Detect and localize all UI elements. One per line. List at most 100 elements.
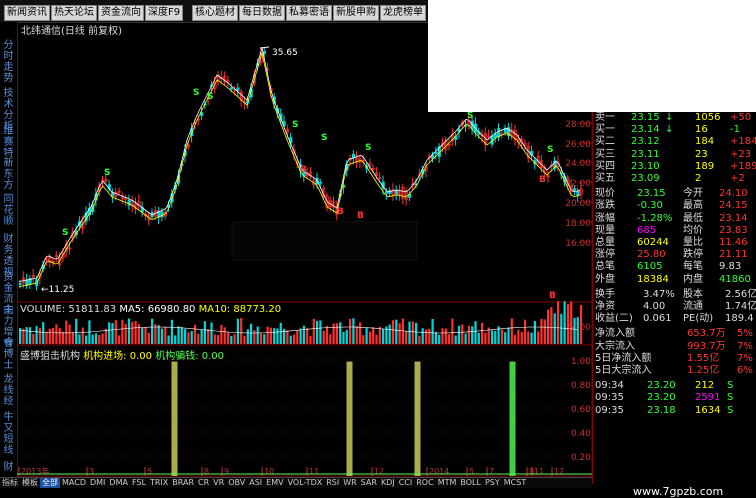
order-volume: 16 (695, 124, 708, 136)
fin-row: 净资 4.00 流通 1.74亿 (595, 301, 756, 313)
order-label: 买一 (595, 124, 615, 136)
toolbar-button[interactable]: 深度F9 (145, 5, 184, 21)
sell-signal-marker: S (547, 145, 553, 155)
indicator-spike (175, 361, 178, 476)
top-toolbar: 新闻资讯 热天论坛 资金流向 深度F9 核心题材 每日数据 私募密语 新股申购 龙虎榜单 (0, 0, 428, 23)
indicator-spike (416, 361, 419, 476)
order-change: +184 (730, 136, 756, 148)
stat-label: 量比 (683, 237, 703, 248)
stat-row: 外盘 18384 内盘 41860 (595, 274, 755, 286)
stat-label: 涨幅 (595, 212, 615, 224)
indicator-spike (513, 361, 516, 476)
order-volume: 189 (695, 160, 715, 172)
date-label: 9 (224, 467, 229, 476)
stat-label: 今开 (683, 188, 703, 200)
date-label: 5 (147, 467, 152, 476)
toolbar-button[interactable]: 新闻资讯 (4, 5, 50, 21)
toolbar-button[interactable]: 龙虎榜单 (380, 5, 426, 21)
indicator-tab-bar: 指标 模板 全部 MACD DMI DMA FSL TRIX BRAR CR VR OBV ASI EMV… (0, 477, 592, 488)
price-tick-label: 28.00 (565, 120, 591, 130)
order-label: 买三 (595, 148, 615, 160)
tick-volume: 212 (695, 380, 715, 392)
indicator-item1: 机构进场: 0.00 (83, 351, 153, 362)
buy-signal-marker: B (357, 211, 364, 221)
date-label: 11 (309, 467, 319, 476)
stat-row: 现量 685 均价 23.83 (595, 225, 755, 237)
order-price: 23.11 (631, 148, 660, 160)
order-change: +2 (730, 173, 745, 184)
stat-value: -0.30 (637, 200, 663, 212)
stat-value: 18384 (637, 273, 669, 285)
order-book-row: 买二 23.12 184 +184 (595, 136, 756, 148)
left-tab[interactable]: 分时走势 (2, 40, 15, 84)
tick-row: 09:35 23.20 2591 S (595, 392, 755, 404)
stat-row: 涨跌 -0.30 最高 24.15 (595, 200, 755, 212)
toolbar-button[interactable]: 核心题材 (192, 5, 238, 21)
volume-value: VOLUME: 51811.83 (20, 304, 117, 315)
stat-value: 9.83 (719, 261, 742, 273)
tick-row: 09:35 23.18 1634 S (595, 405, 755, 417)
buy-signal-marker: B (337, 207, 344, 217)
date-label: 2014 (429, 467, 449, 476)
stat-label: 最低 (683, 212, 703, 224)
stat-label: 涨停 (595, 249, 615, 261)
left-tab[interactable]: 同花顺 (2, 194, 15, 227)
toolbar-button[interactable]: 新股申购 (333, 5, 379, 21)
fin-value: 2.56亿 (725, 288, 756, 300)
indicator-spike (418, 361, 421, 476)
flow-row: 5日净流入额 1.55亿 7% (595, 353, 755, 365)
flow-value: 1.25亿 (687, 365, 720, 376)
sell-signal-marker: S (467, 111, 473, 121)
left-tab[interactable]: 新东方 (2, 158, 15, 191)
order-volume: 2 (695, 173, 702, 184)
quote-panel: 卖一 23.15 ↓ 1056 +50 买一 23.14 ↓ 16 -1 买二 23.12 184 +18… (592, 112, 756, 484)
order-price: 23.15 (631, 112, 660, 123)
fin-value: 3.47% (643, 288, 675, 300)
toolbar-button[interactable]: 资金流向 (98, 5, 144, 21)
flow-row: 5日大宗流入 1.25亿 6% (595, 365, 755, 377)
toolbar-button[interactable]: 热天论坛 (51, 5, 97, 21)
indicator-tick-label: 0.60 (571, 405, 591, 415)
indicator-spike (511, 361, 514, 476)
sell-signal-marker: S (365, 143, 371, 153)
sell-signal-marker: S (193, 88, 199, 98)
stat-row: 涨停 25.80 跌停 21.11 (595, 249, 755, 261)
left-tab[interactable]: 龙线经 (2, 374, 15, 407)
left-tab[interactable]: 财 (2, 462, 15, 473)
price-tick-label: 18.00 (565, 219, 591, 229)
stat-value: 60244 (637, 237, 669, 248)
buy-signal-marker: B (539, 175, 546, 185)
tick-side: S (727, 380, 734, 392)
flow-percent: 7% (737, 340, 753, 352)
date-label: 12 (374, 467, 384, 476)
order-change: +189 (730, 160, 756, 172)
stat-value: 24.15 (719, 200, 748, 212)
tick-side: S (727, 404, 734, 416)
stat-label: 现量 (595, 224, 615, 236)
chart-title: 北纬通信(日线 前复权) (21, 26, 122, 37)
flow-value: 1.55亿 (687, 352, 720, 364)
sell-signal-marker: S (292, 120, 298, 130)
stat-value: -1.28% (637, 212, 673, 224)
stat-value: 11.46 (719, 237, 748, 248)
stat-label: 每笔 (683, 261, 703, 273)
high-price-label: 35.65 (272, 48, 298, 58)
tick-time: 09:35 (595, 404, 624, 416)
flow-label: 5日大宗流入 (595, 365, 652, 376)
indicator-item2: 机构骗钱: 0.00 (155, 351, 225, 362)
toolbar-button[interactable]: 每日数据 (239, 5, 285, 21)
price-tick-label: 24.00 (565, 159, 591, 169)
left-tab[interactable]: 睿博士 (2, 338, 15, 371)
stat-label: 最高 (683, 200, 703, 212)
tick-side: S (727, 392, 734, 404)
stat-value: 24.10 (719, 188, 748, 200)
sell-signal-marker: S (321, 133, 327, 143)
order-change: +23 (730, 148, 752, 160)
date-label: 5 (469, 467, 474, 476)
left-tab[interactable]: 牛又短线 (2, 412, 15, 456)
fin-label: 股本 (683, 288, 703, 300)
left-tab[interactable]: 维赛特 (2, 126, 15, 159)
stat-label: 总笔 (595, 261, 615, 273)
toolbar-button[interactable]: 私募密语 (286, 5, 332, 21)
fin-label: 净资 (595, 301, 615, 312)
